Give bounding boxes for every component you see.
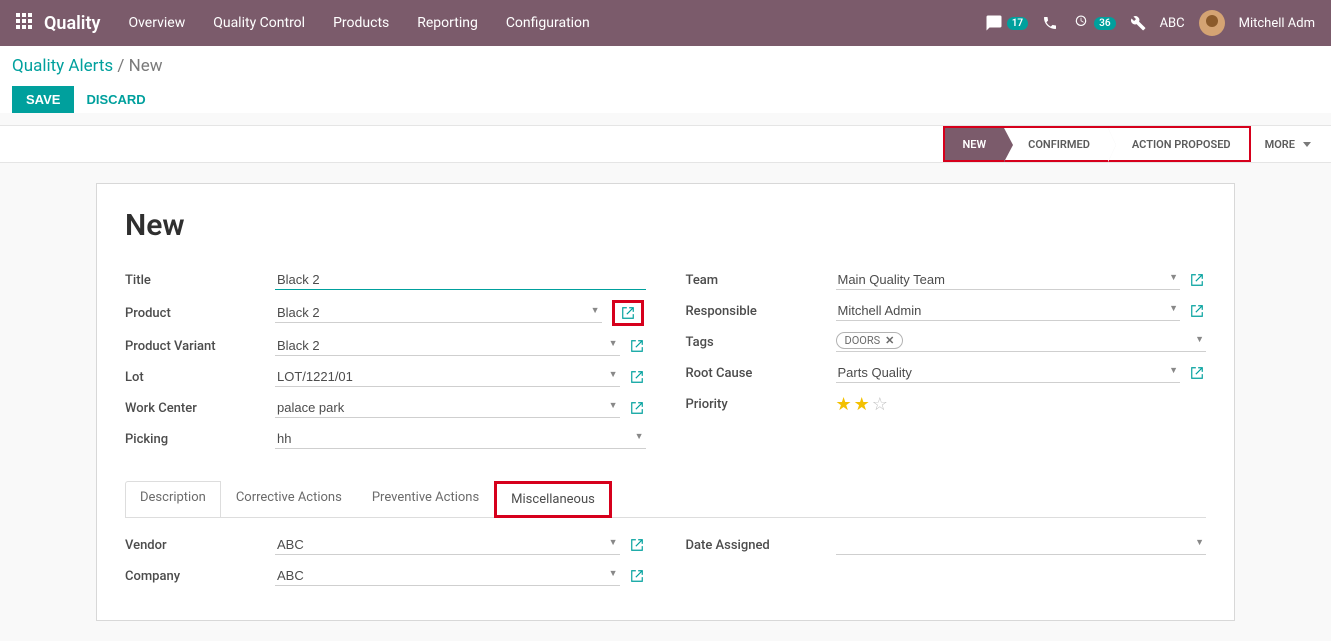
- external-link-icon[interactable]: [612, 300, 644, 326]
- chevron-down-icon: ▼: [1195, 334, 1204, 345]
- label-vendor: Vendor: [125, 538, 275, 553]
- product-variant-input[interactable]: [275, 336, 620, 356]
- label-tags: Tags: [686, 335, 836, 350]
- label-date-assigned: Date Assigned: [686, 538, 836, 553]
- close-icon[interactable]: ✕: [885, 334, 894, 347]
- form-right: Team ▼ Responsible ▼ Tags DOORS✕ ▼: [686, 269, 1207, 459]
- tab-preventive-actions[interactable]: Preventive Actions: [357, 481, 494, 518]
- breadcrumb-current: New: [129, 56, 163, 76]
- label-responsible: Responsible: [686, 304, 836, 319]
- label-picking: Picking: [125, 432, 275, 447]
- external-link-icon[interactable]: [630, 339, 644, 353]
- stage-confirmed[interactable]: CONFIRMED: [1004, 128, 1108, 160]
- chevron-down-icon: [1303, 142, 1311, 147]
- action-bar: SAVE DISCARD: [12, 86, 1319, 113]
- work-center-input[interactable]: [275, 398, 620, 418]
- page-title: New: [125, 208, 1206, 243]
- avatar[interactable]: [1199, 10, 1225, 36]
- label-product-variant: Product Variant: [125, 339, 275, 354]
- stage-action-proposed[interactable]: ACTION PROPOSED: [1108, 128, 1249, 160]
- priority-stars[interactable]: ★ ★ ☆: [836, 394, 1207, 415]
- menu-quality-control[interactable]: Quality Control: [213, 15, 305, 31]
- external-link-icon[interactable]: [1190, 273, 1204, 287]
- label-company: Company: [125, 569, 275, 584]
- tabs: Description Corrective Actions Preventiv…: [125, 481, 1206, 518]
- messages-badge: 17: [1007, 17, 1028, 30]
- menu-overview[interactable]: Overview: [128, 15, 185, 31]
- team-input[interactable]: [836, 270, 1181, 290]
- star-icon[interactable]: ★: [854, 394, 870, 415]
- tag-chip[interactable]: DOORS✕: [836, 332, 904, 349]
- external-link-icon[interactable]: [630, 370, 644, 384]
- form-sheet: New Title Product ▼ Product Variant ▼: [96, 183, 1235, 621]
- messages-icon[interactable]: 17: [985, 14, 1028, 32]
- phone-icon[interactable]: [1042, 15, 1058, 31]
- label-root-cause: Root Cause: [686, 366, 836, 381]
- tab-description[interactable]: Description: [125, 481, 221, 518]
- label-priority: Priority: [686, 397, 836, 412]
- user-short[interactable]: ABC: [1160, 16, 1185, 31]
- lot-input[interactable]: [275, 367, 620, 387]
- save-button[interactable]: SAVE: [12, 86, 74, 113]
- stage-more[interactable]: MORE: [1251, 126, 1321, 162]
- activities-badge: 36: [1094, 17, 1115, 30]
- tab-miscellaneous[interactable]: Miscellaneous: [494, 481, 612, 518]
- breadcrumb-parent[interactable]: Quality Alerts: [12, 56, 113, 76]
- user-name[interactable]: Mitchell Adm: [1239, 16, 1315, 31]
- page-head: Quality Alerts / New SAVE DISCARD: [0, 46, 1331, 113]
- discard-button[interactable]: DISCARD: [86, 92, 145, 107]
- picking-input[interactable]: [275, 429, 646, 449]
- app-brand[interactable]: Quality: [44, 13, 100, 34]
- apps-icon[interactable]: [16, 13, 32, 33]
- title-input[interactable]: [275, 270, 646, 290]
- external-link-icon[interactable]: [1190, 304, 1204, 318]
- star-icon[interactable]: ★: [836, 394, 852, 415]
- main-menu: Overview Quality Control Products Report…: [128, 15, 589, 31]
- activities-icon[interactable]: 36: [1072, 14, 1115, 32]
- form-left: Title Product ▼ Product Variant ▼ Lot ▼: [125, 269, 646, 459]
- external-link-icon[interactable]: [630, 569, 644, 583]
- label-team: Team: [686, 273, 836, 288]
- top-nav: Quality Overview Quality Control Product…: [0, 0, 1331, 46]
- star-icon[interactable]: ☆: [872, 394, 888, 415]
- tab-content-miscellaneous: Vendor ▼ Company ▼ Date Assigned ▼: [125, 518, 1206, 596]
- status-stages: NEW CONFIRMED ACTION PROPOSED: [943, 126, 1251, 162]
- stage-new[interactable]: NEW: [945, 128, 1005, 160]
- external-link-icon[interactable]: [1190, 366, 1204, 380]
- menu-reporting[interactable]: Reporting: [417, 15, 478, 31]
- product-input[interactable]: [275, 303, 602, 323]
- vendor-input[interactable]: [275, 535, 620, 555]
- tools-icon[interactable]: [1130, 15, 1146, 31]
- external-link-icon[interactable]: [630, 401, 644, 415]
- menu-configuration[interactable]: Configuration: [506, 15, 590, 31]
- label-title: Title: [125, 273, 275, 288]
- date-assigned-input[interactable]: [836, 535, 1207, 555]
- status-bar: NEW CONFIRMED ACTION PROPOSED MORE: [0, 125, 1331, 163]
- label-product: Product: [125, 306, 275, 321]
- menu-products[interactable]: Products: [333, 15, 389, 31]
- company-input[interactable]: [275, 566, 620, 586]
- tab-corrective-actions[interactable]: Corrective Actions: [221, 481, 357, 518]
- label-work-center: Work Center: [125, 401, 275, 416]
- label-lot: Lot: [125, 370, 275, 385]
- responsible-input[interactable]: [836, 301, 1181, 321]
- root-cause-input[interactable]: [836, 363, 1181, 383]
- external-link-icon[interactable]: [630, 538, 644, 552]
- breadcrumb: Quality Alerts / New: [12, 56, 1319, 76]
- nav-right: 17 36 ABC Mitchell Adm: [985, 10, 1315, 36]
